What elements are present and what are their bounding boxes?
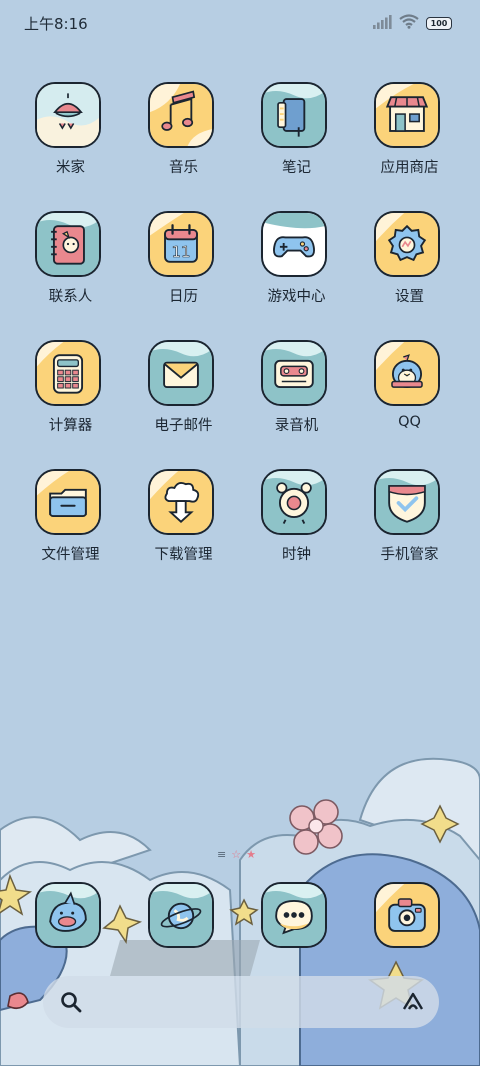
game-center-icon	[261, 211, 327, 277]
calculator-icon	[35, 340, 101, 406]
page-list-icon: ≡	[217, 847, 227, 861]
app-settings[interactable]: 设置	[353, 211, 466, 331]
mijia-icon	[35, 82, 101, 148]
search-bar[interactable]	[43, 976, 439, 1028]
app-label: 米家	[56, 160, 85, 176]
dock-app-shark[interactable]	[14, 882, 127, 952]
app-clock[interactable]: 时钟	[240, 469, 353, 589]
shark-icon	[35, 882, 101, 948]
browser-icon	[148, 882, 214, 948]
app-music[interactable]: 音乐	[127, 82, 240, 202]
app-label: 日历	[169, 289, 198, 305]
app-label: 设置	[395, 289, 424, 305]
file-manager-icon	[35, 469, 101, 535]
app-notes[interactable]: 笔记	[240, 82, 353, 202]
dock-app-camera[interactable]	[353, 882, 466, 952]
email-icon	[148, 340, 214, 406]
notes-icon	[261, 82, 327, 148]
app-label: 笔记	[282, 160, 311, 176]
qq-icon	[374, 340, 440, 406]
settings-icon	[374, 211, 440, 277]
download-manager-icon	[148, 469, 214, 535]
page-indicator[interactable]: ≡ ☆ ★	[217, 846, 256, 862]
app-label: 手机管家	[380, 547, 439, 563]
app-label: 游戏中心	[267, 289, 326, 305]
contacts-icon	[35, 211, 101, 277]
app-mijia[interactable]: 米家	[14, 82, 127, 202]
app-label: 应用商店	[380, 160, 439, 176]
battery-indicator: 100	[426, 17, 452, 30]
app-recorder[interactable]: 录音机	[240, 340, 353, 460]
security-icon	[374, 469, 440, 535]
app-label: 文件管理	[41, 547, 100, 563]
status-icons: 100	[372, 14, 452, 33]
app-calendar[interactable]: 11 日历	[127, 211, 240, 331]
flower-decoration	[289, 799, 343, 855]
recorder-icon	[261, 340, 327, 406]
app-security[interactable]: 手机管家	[353, 469, 466, 589]
app-game-center[interactable]: 游戏中心	[240, 211, 353, 331]
app-calculator[interactable]: 计算器	[14, 340, 127, 460]
app-label: QQ	[398, 414, 421, 430]
camera-icon	[374, 882, 440, 948]
page-star-icon: ☆	[231, 847, 242, 861]
app-label: 音乐	[169, 160, 198, 176]
app-download-manager[interactable]: 下载管理	[127, 469, 240, 589]
app-email[interactable]: 电子邮件	[127, 340, 240, 460]
signal-icon	[372, 14, 392, 33]
music-icon	[148, 82, 214, 148]
clock-icon	[261, 469, 327, 535]
app-file-manager[interactable]: 文件管理	[14, 469, 127, 589]
app-label: 时钟	[282, 547, 311, 563]
dock-app-browser[interactable]	[127, 882, 240, 952]
app-label: 录音机	[274, 418, 319, 434]
app-label: 计算器	[48, 418, 93, 434]
dock-app-messages[interactable]	[240, 882, 353, 952]
calendar-day: 11	[171, 243, 190, 261]
calendar-icon: 11	[148, 211, 214, 277]
messages-icon	[261, 882, 327, 948]
assistant-icon[interactable]	[401, 990, 425, 1014]
status-bar: 上午8:16 100	[0, 0, 480, 46]
app-store[interactable]: 应用商店	[353, 82, 466, 202]
app-label: 电子邮件	[154, 418, 213, 434]
app-qq[interactable]: QQ	[353, 340, 466, 460]
wifi-icon	[399, 14, 419, 33]
app-contacts[interactable]: 联系人	[14, 211, 127, 331]
page-star-active-icon: ★	[246, 847, 256, 861]
status-time: 上午8:16	[24, 15, 88, 33]
app-label: 下载管理	[154, 547, 213, 563]
search-icon[interactable]	[59, 990, 83, 1014]
app-label: 联系人	[48, 289, 93, 305]
app-store-icon	[374, 82, 440, 148]
